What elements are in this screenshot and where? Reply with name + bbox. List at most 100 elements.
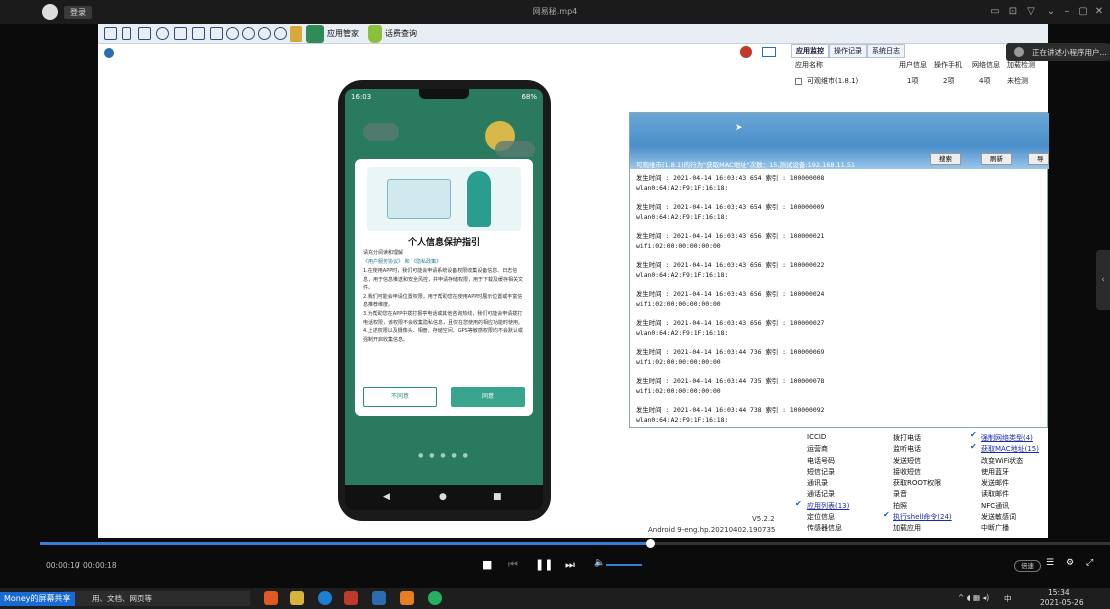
home-nav-icon[interactable]: ●	[439, 492, 447, 502]
player-app-icon[interactable]	[400, 591, 414, 605]
perm-item[interactable]: 定位信息	[807, 512, 835, 522]
perm-item[interactable]: 监听电话	[893, 444, 921, 454]
perm-item[interactable]: 发送短信	[893, 456, 921, 466]
menu-icon[interactable]: ▽	[1024, 5, 1038, 19]
minimize-icon[interactable]: –	[1060, 5, 1074, 19]
fee-query-button[interactable]: 话费查询	[385, 28, 417, 39]
edge-icon[interactable]	[318, 591, 332, 605]
ime-indicator[interactable]: 中	[1004, 593, 1012, 604]
taskbar-search[interactable]: 用、文档、网页等	[64, 591, 250, 606]
close-icon[interactable]: ✕	[1092, 5, 1106, 19]
row-checkbox[interactable]	[795, 78, 802, 85]
perm-item[interactable]: 通话记录	[807, 489, 835, 499]
perm-item[interactable]: 拍照	[893, 501, 907, 511]
flask-icon[interactable]	[368, 25, 382, 43]
pin-app-icon[interactable]	[104, 48, 114, 58]
chrome-icon[interactable]	[428, 591, 442, 605]
perm-item[interactable]: 通讯录	[807, 478, 828, 488]
screen-icon[interactable]	[762, 47, 776, 57]
settings-gear-icon[interactable]: ⚙	[1066, 558, 1074, 568]
refresh-button[interactable]: 刷新	[981, 153, 1012, 165]
phone-screen: 16:03 68% 个人信息保护指引 请充分阅读和理解 《用户服务协议》 和 《…	[345, 89, 543, 510]
log-line: 发生时间 : 2021-04-14 16:03:43 656 索引 : 1000…	[636, 261, 825, 269]
folder-icon[interactable]	[290, 591, 304, 605]
refresh-icon[interactable]	[274, 27, 287, 40]
screen-share-label[interactable]: Money的屏幕共享	[0, 592, 75, 606]
rotate-icon[interactable]	[226, 27, 239, 40]
perm-item[interactable]: 中断广播	[981, 523, 1009, 533]
stop-icon[interactable]: ■	[482, 558, 492, 571]
perm-item[interactable]: 改变WiFi状态	[981, 456, 1023, 466]
app-manager-icon[interactable]	[306, 25, 324, 43]
broom-icon[interactable]	[290, 26, 302, 42]
maximize-icon[interactable]: ▢	[1076, 5, 1090, 19]
volume-up-icon[interactable]	[242, 27, 255, 40]
volume-slider[interactable]	[606, 564, 642, 566]
playlist-icon[interactable]: ☰	[1046, 558, 1054, 568]
export-button[interactable]: 导出	[1028, 153, 1049, 165]
settings-icon[interactable]: ⌄	[1044, 5, 1058, 19]
log-entry: 发生时间 : 2021-04-14 16:03:44 738 索引 : 1000…	[636, 405, 1046, 434]
perm-item[interactable]: 录音	[893, 489, 907, 499]
agree-button[interactable]: 同意	[451, 387, 525, 407]
pause-icon[interactable]: ❚❚	[535, 558, 553, 571]
previous-icon[interactable]: ⏮	[508, 558, 518, 572]
phone-battery: 68%	[521, 93, 537, 101]
perm-item[interactable]: 加载应用	[893, 523, 921, 533]
perm-item[interactable]: 运营商	[807, 444, 828, 454]
perm-item[interactable]: 传感器信息	[807, 523, 842, 533]
perm-item[interactable]: NFC通讯	[981, 501, 1009, 511]
perm-item[interactable]: 获取ROOT权限	[893, 478, 941, 488]
phone-icon[interactable]	[122, 27, 131, 40]
search-button[interactable]: 搜索	[930, 153, 961, 165]
perm-item[interactable]: 读取邮件	[981, 489, 1009, 499]
side-collapse-icon[interactable]: ‹	[1096, 250, 1110, 310]
perm-item[interactable]: ICCID	[807, 433, 826, 441]
progress-knob[interactable]	[645, 539, 655, 548]
log-line: wifi:02:00:00:00:00:00	[636, 300, 721, 308]
window-icon[interactable]	[104, 27, 117, 40]
perm-item[interactable]: 发送敏感词	[981, 512, 1016, 522]
taskbar-search-text: 用、文档、网页等	[92, 594, 152, 603]
share-badge[interactable]: 正在讲述小程序用户...	[1006, 43, 1110, 61]
firefox-icon[interactable]	[264, 591, 278, 605]
pin-icon[interactable]: ⊡	[1006, 5, 1020, 19]
check-icon: ✔	[795, 499, 802, 508]
disagree-button[interactable]: 不同意	[363, 387, 437, 407]
tab-app-monitor[interactable]: 应用监控	[791, 44, 829, 58]
volume-down-icon[interactable]	[258, 27, 271, 40]
perm-item[interactable]: 执行shell命令(24)	[893, 512, 952, 522]
recents-nav-icon[interactable]: ■	[493, 492, 502, 502]
perm-item[interactable]: 使用蓝牙	[981, 467, 1009, 477]
app-icon[interactable]	[372, 591, 386, 605]
perm-item[interactable]: 电话号码	[807, 456, 835, 466]
perm-item[interactable]: 拨打电话	[893, 433, 921, 443]
wps-icon[interactable]	[344, 591, 358, 605]
table-cell-name[interactable]: 可观维市(1.8.1)	[807, 76, 858, 86]
tab-operation-log[interactable]: 操作记录	[829, 44, 867, 58]
tray-icons[interactable]: ^ ◖ ▦ ◂)	[958, 593, 989, 602]
back-nav-icon[interactable]: ◀	[383, 492, 390, 502]
fullscreen-icon[interactable]: ⤢	[1086, 558, 1093, 568]
perm-item[interactable]: 应用列表(13)	[807, 501, 849, 511]
volume-icon[interactable]: 🔈	[594, 558, 605, 568]
tab-system-log[interactable]: 系统日志	[867, 44, 905, 58]
home-icon[interactable]	[192, 27, 205, 40]
perm-item[interactable]: 接收短信	[893, 467, 921, 477]
progress-bar[interactable]	[40, 539, 1110, 548]
diamond-icon[interactable]	[210, 27, 223, 40]
perm-item[interactable]: 发送邮件	[981, 478, 1009, 488]
power-icon[interactable]	[156, 27, 169, 40]
back-icon[interactable]	[174, 27, 187, 40]
perm-item[interactable]: 短信记录	[807, 467, 835, 477]
record-icon[interactable]	[740, 46, 752, 58]
perm-item[interactable]: 强制网络类型(4)	[981, 433, 1033, 443]
next-icon[interactable]: ⏭	[565, 558, 575, 572]
perm-item[interactable]: 获取MAC地址(15)	[981, 444, 1039, 454]
app-manager-button[interactable]: 应用管家	[327, 28, 359, 39]
log-entry: 发生时间 : 2021-04-14 16:03:43 656 索引 : 1000…	[636, 231, 1046, 260]
policy-links[interactable]: 《用户服务协议》 和 《隐私政策》	[363, 258, 441, 265]
mini-mode-icon[interactable]: ▭	[988, 5, 1002, 19]
tablet-icon[interactable]	[138, 27, 151, 40]
speed-button[interactable]: 倍速	[1014, 560, 1041, 572]
